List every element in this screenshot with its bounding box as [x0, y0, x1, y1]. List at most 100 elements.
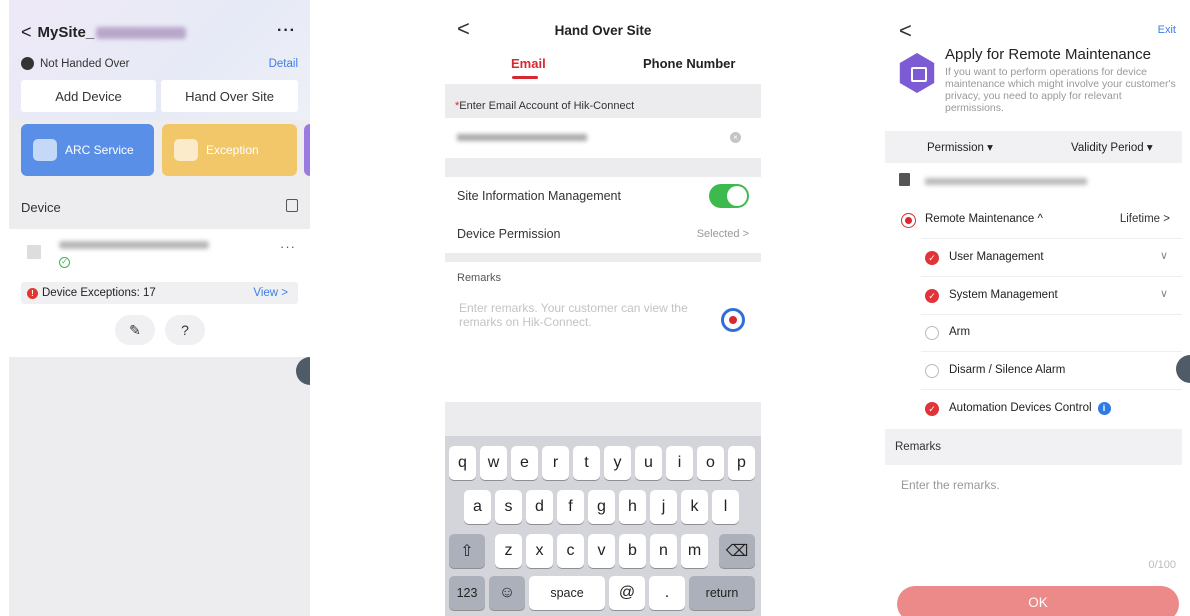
remarks-section[interactable]: Remarks Enter remarks. Your customer can… — [445, 262, 761, 402]
validity-period-filter[interactable]: Validity Period ▾ — [1071, 140, 1153, 154]
key-q[interactable]: q — [449, 446, 476, 480]
device-thumbnail — [27, 245, 41, 259]
checked-icon[interactable]: ✓ — [925, 251, 939, 265]
permission-label-wrap: Automation Devices Control i — [949, 402, 1111, 415]
site-info-management-toggle[interactable] — [709, 184, 749, 208]
key-z[interactable]: z — [495, 534, 522, 568]
checked-icon[interactable]: ✓ — [925, 289, 939, 303]
add-device-button[interactable]: Add Device — [21, 80, 156, 112]
key-d[interactable]: d — [526, 490, 553, 524]
backspace-key[interactable]: ⌫ — [719, 534, 755, 568]
key-x[interactable]: x — [526, 534, 553, 568]
exit-link[interactable]: Exit — [1158, 24, 1176, 36]
key-l[interactable]: l — [712, 490, 739, 524]
key-m[interactable]: m — [681, 534, 708, 568]
key-v[interactable]: v — [588, 534, 615, 568]
key-r[interactable]: r — [542, 446, 569, 480]
permission-item[interactable]: Arm — [883, 314, 1182, 352]
permission-filter[interactable]: Permission ▾ — [927, 140, 993, 154]
key-a[interactable]: a — [464, 490, 491, 524]
device-permission-value: Selected > — [696, 228, 749, 240]
key-j[interactable]: j — [650, 490, 677, 524]
hik-connect-icon[interactable] — [721, 308, 745, 332]
remote-maintenance-row[interactable]: Remote Maintenance ^ Lifetime > — [883, 201, 1182, 239]
tab-email[interactable]: Email — [511, 56, 546, 71]
globe-icon — [21, 57, 34, 70]
key-s[interactable]: s — [495, 490, 522, 524]
device-more-icon[interactable]: ··· — [280, 239, 296, 254]
chevron-down-icon[interactable]: ∨ — [1160, 249, 1168, 262]
unchecked-icon[interactable] — [925, 326, 939, 340]
remarks-label: Remarks — [457, 272, 502, 284]
space-key[interactable]: space — [529, 576, 605, 610]
key-t[interactable]: t — [573, 446, 600, 480]
remarks-input[interactable]: Enter the remarks. — [901, 478, 1000, 492]
permission-item[interactable]: Disarm / Silence Alarm — [883, 352, 1182, 390]
remote-maintenance-label: Remote Maintenance ^ — [925, 213, 1043, 225]
arc-service-icon — [33, 139, 57, 161]
key-n[interactable]: n — [650, 534, 677, 568]
device-permission-row[interactable]: Device Permission Selected > — [445, 215, 761, 253]
edit-button[interactable]: ✎ — [115, 315, 155, 345]
checked-icon[interactable]: ✓ — [925, 402, 939, 416]
exception-label: Exception — [206, 143, 259, 157]
permission-label: Automation Devices Control — [949, 402, 1092, 414]
remote-maintenance-radio[interactable] — [901, 213, 916, 228]
layout-toggle-icon[interactable] — [286, 199, 298, 212]
key-w[interactable]: w — [480, 446, 507, 480]
exception-card[interactable]: Exception — [162, 124, 297, 176]
lifetime-value[interactable]: Lifetime > — [1120, 213, 1170, 225]
device-card[interactable]: ✓ ··· ! Device Exceptions: 17 View > ✎ ? — [9, 229, 310, 357]
page-title: Hand Over Site — [554, 23, 652, 38]
clear-icon[interactable]: × — [730, 132, 741, 143]
back-icon[interactable]: < — [21, 22, 32, 43]
unchecked-icon[interactable] — [925, 364, 939, 378]
shift-key[interactable]: ⇧ — [449, 534, 485, 568]
device-icon — [899, 173, 910, 186]
key-i[interactable]: i — [666, 446, 693, 480]
detail-link[interactable]: Detail — [269, 58, 298, 70]
key-g[interactable]: g — [588, 490, 615, 524]
emoji-key[interactable]: ☺ — [489, 576, 525, 610]
permission-item[interactable]: ✓ System Management ∨ — [883, 277, 1182, 315]
site-info-management-row: Site Information Management — [445, 177, 761, 215]
key-c[interactable]: c — [557, 534, 584, 568]
tab-phone-number[interactable]: Phone Number — [643, 56, 735, 71]
key-u[interactable]: u — [635, 446, 662, 480]
ok-button[interactable]: OK — [897, 586, 1179, 616]
device-section-title: Device — [21, 200, 61, 215]
info-icon[interactable]: i — [1097, 402, 1111, 415]
at-key[interactable]: @ — [609, 576, 645, 610]
view-exceptions-link[interactable]: View > — [253, 287, 288, 299]
help-button[interactable]: ? — [165, 315, 205, 345]
permission-item[interactable]: ✓ Automation Devices Control i — [883, 390, 1182, 428]
key-e[interactable]: e — [511, 446, 538, 480]
key-o[interactable]: o — [697, 446, 724, 480]
chevron-down-icon[interactable]: ∨ — [1160, 287, 1168, 300]
device-exceptions-text: Device Exceptions: 17 — [42, 287, 156, 299]
permission-item[interactable]: ✓ User Management ∨ — [883, 239, 1182, 277]
numbers-key[interactable]: 123 — [449, 576, 485, 610]
key-y[interactable]: y — [604, 446, 631, 480]
more-icon[interactable]: ··· — [277, 22, 296, 40]
return-key[interactable]: return — [689, 576, 755, 610]
site-detail-screen: < MySite_ ··· Not Handed Over Detail Add… — [9, 0, 310, 616]
edit-icon: ✎ — [129, 321, 141, 338]
device-name-redacted — [925, 178, 1087, 185]
key-k[interactable]: k — [681, 490, 708, 524]
key-h[interactable]: h — [619, 490, 646, 524]
arc-service-card[interactable]: ARC Service — [21, 124, 154, 176]
hand-over-site-screen: < Hand Over Site Email Phone Number *Ent… — [445, 0, 761, 616]
key-p[interactable]: p — [728, 446, 755, 480]
back-icon[interactable]: < — [899, 18, 912, 44]
keyboard: q w e r t y u i o p a s d f g h j k l ⇧ … — [445, 436, 761, 616]
dot-key[interactable]: . — [649, 576, 685, 610]
floating-assistant-icon[interactable] — [296, 357, 310, 385]
site-title-redacted — [96, 26, 187, 39]
email-field[interactable]: × — [445, 118, 761, 158]
hand-over-site-button[interactable]: Hand Over Site — [161, 80, 298, 112]
device-exceptions-bar[interactable]: ! Device Exceptions: 17 View > — [21, 282, 298, 304]
key-f[interactable]: f — [557, 490, 584, 524]
key-b[interactable]: b — [619, 534, 646, 568]
more-service-card[interactable] — [304, 124, 310, 176]
